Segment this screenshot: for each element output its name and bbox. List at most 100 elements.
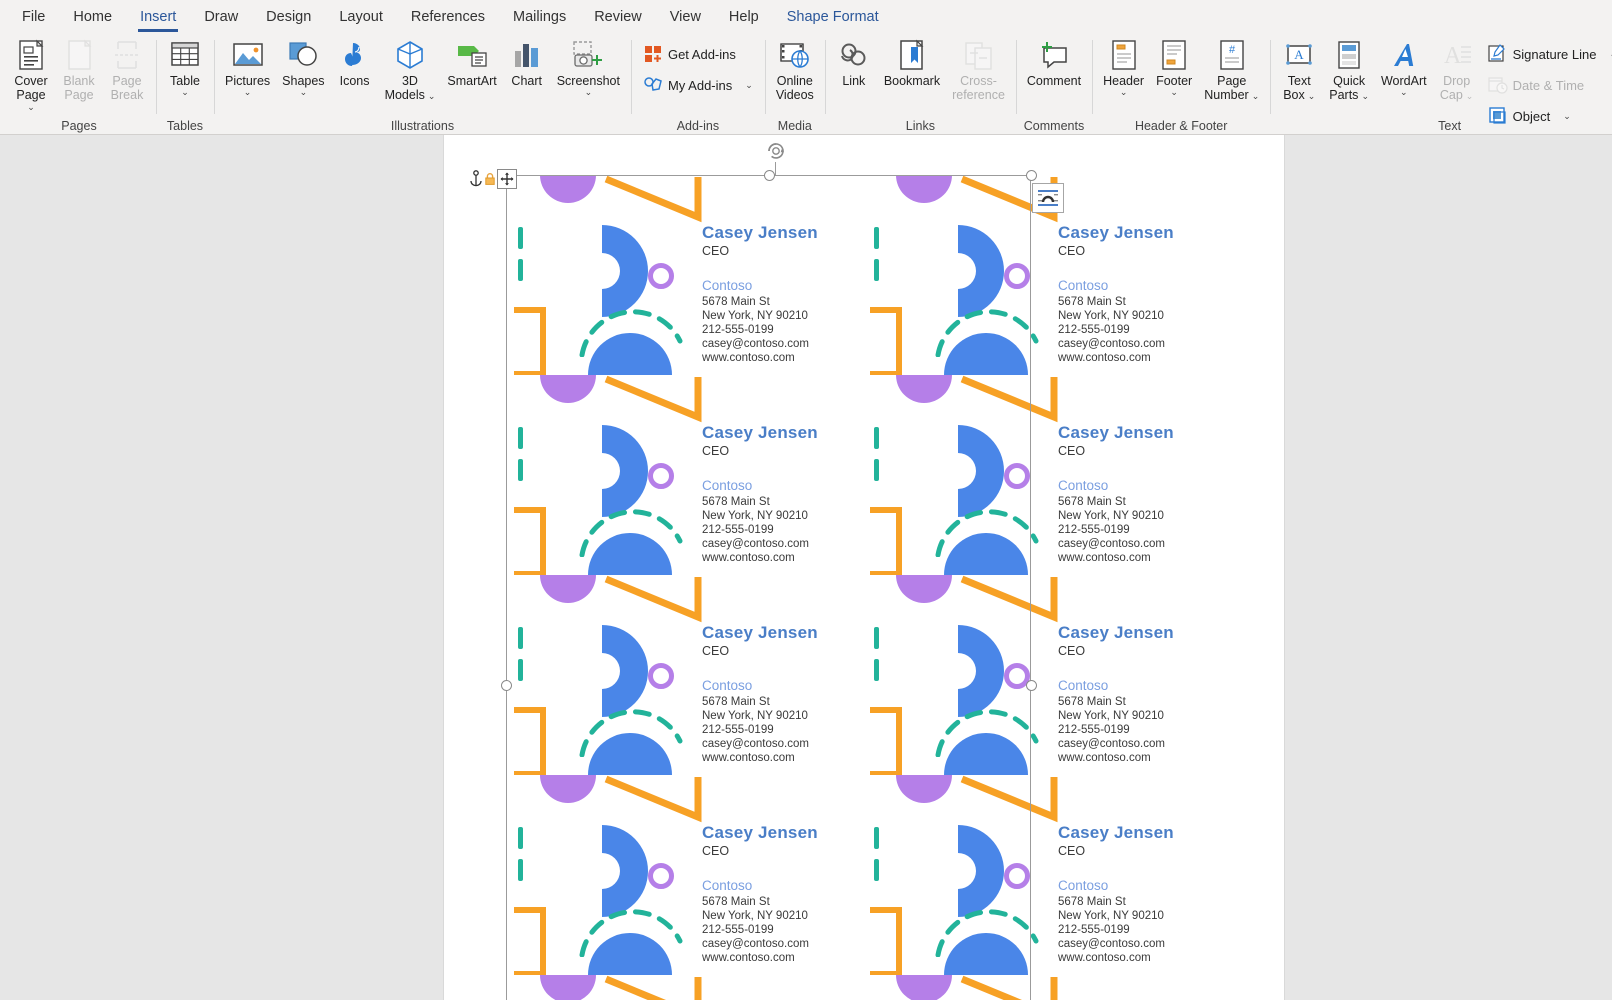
get-add-ins-label: Get Add-ins (668, 47, 736, 62)
chevron-down-icon[interactable]: ⌄ (585, 88, 593, 96)
card-company: Contoso (702, 878, 862, 893)
pictures-label: Pictures (225, 74, 270, 88)
document-page[interactable]: Casey Jensen CEO Contoso 5678 Main StNew Yo… (443, 135, 1285, 1000)
blank-page-label: Blank (63, 74, 94, 88)
link-button[interactable]: Link (830, 34, 878, 89)
ribbon-group-label: Add-ins (631, 119, 765, 133)
comment-button[interactable]: Comment (1021, 34, 1087, 89)
text-box-button[interactable]: ATextBox⌄ (1275, 34, 1323, 104)
ribbon-group-label: Illustrations (214, 119, 631, 133)
wordart-icon (1388, 38, 1420, 72)
teal-dash-shape (518, 827, 523, 849)
page-number-label-line2: Number (1204, 88, 1248, 102)
card-company: Contoso (702, 278, 862, 293)
card-text-block: Casey JensenCEOContoso5678 Main StNew Yo… (1058, 823, 1218, 965)
footer-icon (1158, 38, 1190, 72)
cover-page-button[interactable]: CoverPage⌄ (7, 34, 55, 112)
chevron-down-icon[interactable]: ⌄ (300, 88, 308, 96)
card-name: Casey Jensen (1058, 823, 1218, 843)
purple-half-circle-shape (896, 975, 952, 1000)
shapes-button[interactable]: Shapes⌄ (276, 34, 330, 97)
business-card[interactable]: Casey JensenCEOContoso5678 Main StNew Yo… (862, 375, 1218, 575)
online-videos-button[interactable]: OnlineVideos (770, 34, 820, 104)
page-number-button[interactable]: #PageNumber⌄ (1198, 34, 1265, 104)
chevron-down-icon[interactable]: ⌄ (745, 81, 753, 89)
wordart-button[interactable]: WordArt⌄ (1375, 34, 1433, 97)
card-role: CEO (1058, 444, 1218, 458)
chevron-down-icon[interactable]: ⌄ (27, 103, 35, 111)
card-contact-details: 5678 Main StNew York, NY 90210212-555-01… (1058, 695, 1218, 765)
rotate-handle-icon[interactable] (763, 138, 789, 164)
card-email: casey@contoso.com (1058, 537, 1218, 551)
chevron-down-icon[interactable]: ⌄ (1400, 88, 1408, 96)
ribbon-tab-help[interactable]: Help (715, 3, 773, 32)
chevron-down-icon[interactable]: ⌄ (1170, 88, 1178, 96)
card-email: casey@contoso.com (1058, 337, 1218, 351)
business-card[interactable]: Casey JensenCEOContoso5678 Main StNew Yo… (506, 975, 862, 1000)
card-address-line2: New York, NY 90210 (1058, 309, 1218, 323)
drop-cap-label: Drop (1443, 74, 1470, 88)
ribbon-tab-design[interactable]: Design (252, 3, 325, 32)
purple-half-circle-shape (896, 575, 952, 603)
ribbon-tab-shape-format[interactable]: Shape Format (773, 3, 893, 32)
document-canvas[interactable]: Casey Jensen CEO Contoso 5678 Main StNew Yo… (0, 135, 1612, 1000)
business-card[interactable]: Casey JensenCEOContoso5678 Main StNew Yo… (506, 175, 862, 375)
chevron-down-icon[interactable]: ⌄ (428, 92, 436, 100)
ribbon-tab-insert[interactable]: Insert (126, 3, 190, 32)
card-address-line2: New York, NY 90210 (702, 509, 862, 523)
ribbon-tab-layout[interactable]: Layout (325, 3, 397, 32)
chevron-down-icon[interactable]: ⌄ (1308, 92, 1316, 100)
chevron-down-icon[interactable]: ⌄ (1252, 92, 1260, 100)
chevron-down-icon[interactable]: ⌄ (1361, 92, 1369, 100)
cover-page-label: Cover (14, 74, 47, 88)
get-add-ins-button[interactable]: Get Add-ins (636, 40, 760, 68)
card-text-block: Casey JensenCEOContoso5678 Main StNew Yo… (702, 423, 862, 565)
layout-options-button[interactable] (1032, 183, 1064, 213)
ribbon-tab-view[interactable]: View (656, 3, 715, 32)
card-website: www.contoso.com (1058, 951, 1218, 965)
pictures-button[interactable]: Pictures⌄ (219, 34, 276, 97)
business-card-sheet[interactable]: Casey JensenCEOContoso5678 Main StNew Yo… (506, 175, 1046, 1000)
business-card[interactable]: Casey JensenCEOContoso5678 Main StNew Yo… (506, 375, 862, 575)
signature-line-button[interactable]: Signature Line⌄ (1481, 40, 1612, 68)
ribbon-tab-references[interactable]: References (397, 3, 499, 32)
chart-button[interactable]: Chart (503, 34, 551, 89)
text-box-icon: A (1283, 38, 1315, 72)
icons-button[interactable]: Icons (331, 34, 379, 89)
my-add-ins-label: My Add-ins (668, 78, 732, 93)
ribbon-tab-home[interactable]: Home (59, 3, 126, 32)
purple-half-circle-shape (540, 375, 596, 403)
smartart-button[interactable]: SmartArt (441, 34, 502, 89)
business-card[interactable]: Casey JensenCEOContoso5678 Main StNew Yo… (862, 975, 1218, 1000)
screenshot-button[interactable]: Screenshot⌄ (551, 34, 626, 97)
ribbon-groups: CoverPage⌄BlankPagePageBreakPagesTable⌄T… (0, 34, 1612, 134)
chevron-down-icon[interactable]: ⌄ (1120, 88, 1128, 96)
wordart-label: WordArt (1381, 74, 1427, 88)
ribbon-tab-review[interactable]: Review (580, 3, 656, 32)
chevron-down-icon[interactable]: ⌄ (181, 88, 189, 96)
footer-button[interactable]: Footer⌄ (1150, 34, 1198, 97)
quick-parts-button[interactable]: QuickParts⌄ (1323, 34, 1375, 104)
orange-bracket-shape (870, 507, 902, 575)
card-contact-details: 5678 Main StNew York, NY 90210212-555-01… (1058, 495, 1218, 565)
page-break-button: PageBreak (103, 34, 151, 104)
online-videos-label-line2: Videos (776, 88, 814, 102)
business-card[interactable]: Casey JensenCEOContoso5678 Main StNew Yo… (506, 575, 862, 775)
chevron-down-icon[interactable]: ⌄ (244, 88, 252, 96)
ribbon-tab-file[interactable]: File (8, 3, 59, 32)
teal-dash-shape (874, 827, 879, 849)
teal-dash-shape (874, 259, 879, 281)
purple-ring-shape (648, 263, 674, 289)
card-contact-details: 5678 Main StNew York, NY 90210212-555-01… (1058, 895, 1218, 965)
bookmark-button[interactable]: Bookmark (878, 34, 946, 89)
link-label: Link (842, 74, 865, 88)
business-card[interactable]: Casey JensenCEOContoso5678 Main StNew Yo… (862, 775, 1218, 975)
business-card[interactable]: Casey JensenCEOContoso5678 Main StNew Yo… (862, 575, 1218, 775)
header-button[interactable]: Header⌄ (1097, 34, 1150, 97)
ribbon-tab-draw[interactable]: Draw (190, 3, 252, 32)
my-add-ins-button[interactable]: My Add-ins ⌄ (636, 71, 760, 99)
3d-models-button[interactable]: 3DModels⌄ (379, 34, 442, 104)
table-button[interactable]: Table⌄ (161, 34, 209, 97)
business-card[interactable]: Casey JensenCEOContoso5678 Main StNew Yo… (506, 775, 862, 975)
ribbon-tab-mailings[interactable]: Mailings (499, 3, 580, 32)
